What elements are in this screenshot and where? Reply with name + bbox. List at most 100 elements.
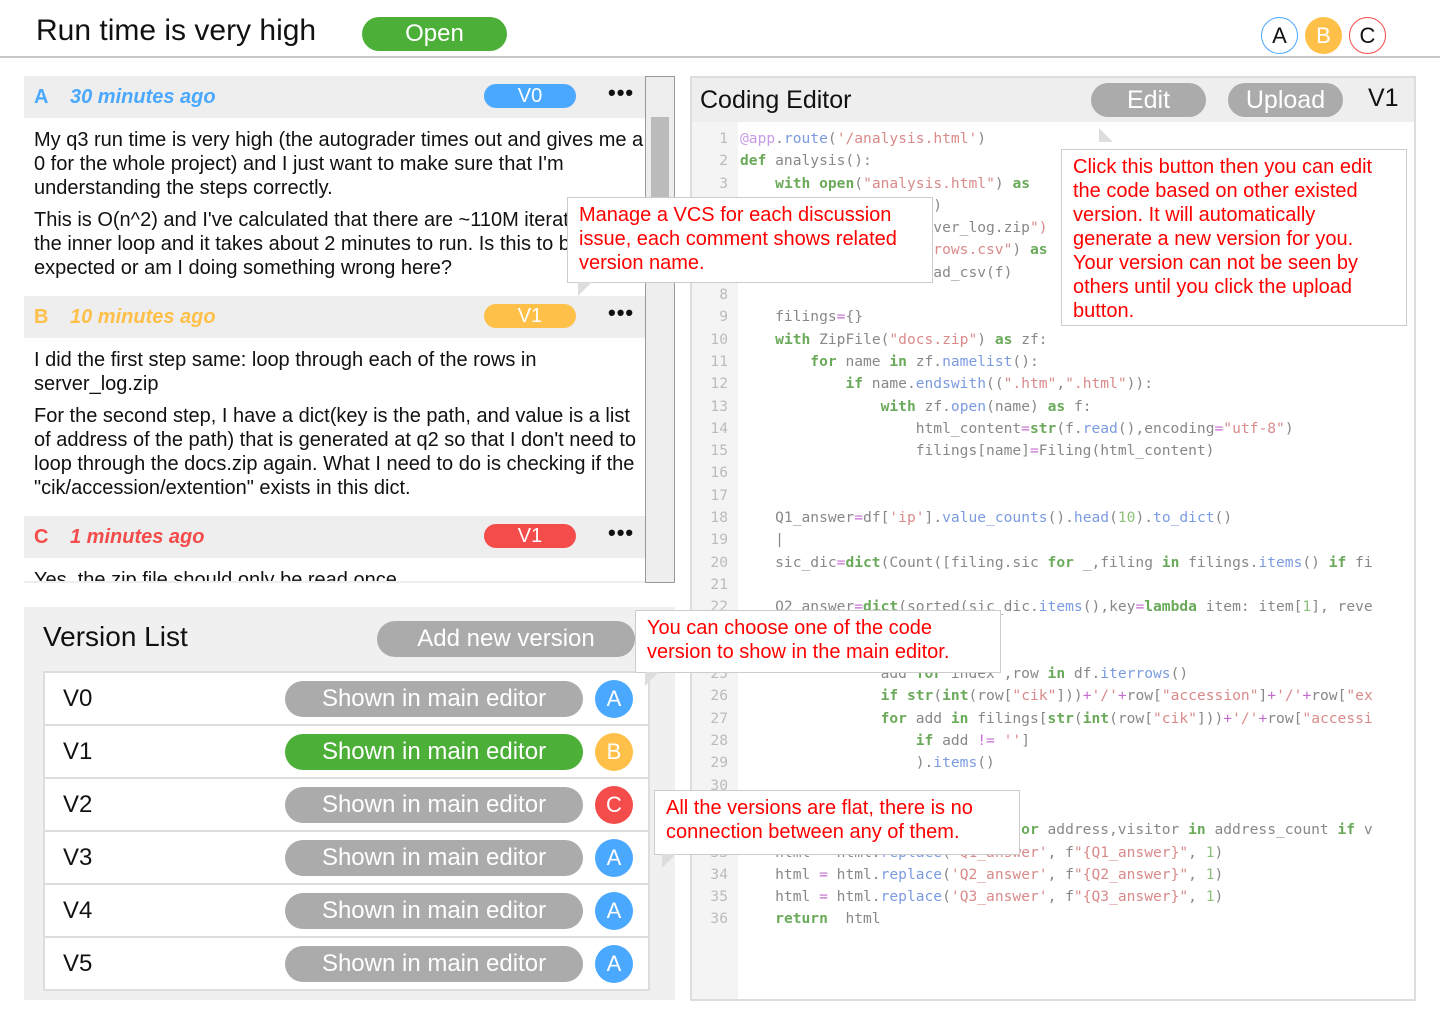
version-name: V2 <box>63 791 93 818</box>
annotation-pointer <box>578 282 592 296</box>
code-text[interactable]: with open("analysis.html") as <box>740 173 1030 195</box>
line-number: 16 <box>710 464 728 482</box>
code-text[interactable]: html = html.replace('Q2_answer', f"{Q2_a… <box>740 864 1223 886</box>
header-divider <box>0 56 1440 58</box>
annotation-pointer <box>1099 128 1113 142</box>
comment-header: A 30 minutes ago V0 ••• <box>24 76 645 118</box>
code-text[interactable]: return html <box>740 908 880 930</box>
code-text[interactable]: @app.route('/analysis.html') <box>740 128 986 150</box>
comment-paragraph: My q3 run time is very high (the autogra… <box>34 129 644 199</box>
version-name: V3 <box>63 844 93 871</box>
comment-paragraph: Yes, the zip file should only be read on… <box>34 569 403 583</box>
annotation-edit: Click this button then you can edit the … <box>1061 149 1407 326</box>
code-text[interactable]: if add != ''] <box>740 730 1030 752</box>
code-text[interactable]: Q1_answer=df['ip'].value_counts().head(1… <box>740 507 1232 529</box>
annotation-choose: You can choose one of the code version t… <box>635 610 1001 673</box>
code-line: 16 <box>692 462 1373 484</box>
code-line: 1 @app.route('/analysis.html') <box>692 128 1373 150</box>
show-in-main-editor-button[interactable]: Shown in main editor <box>285 734 583 770</box>
code-text[interactable]: filings={} <box>740 306 863 328</box>
code-line: 36 return html <box>692 908 1373 930</box>
comment-version-badge[interactable]: V0 <box>484 84 576 108</box>
code-text[interactable]: def analysis(): <box>740 150 872 172</box>
version-list-panel: Version List Add new version V0 Shown in… <box>24 607 675 1000</box>
code-text[interactable]: | <box>740 529 784 551</box>
version-author-avatar: A <box>595 892 633 930</box>
code-text[interactable]: if str(int(row["cik"]))+'/'+row["accessi… <box>740 685 1373 707</box>
comment-scrollbar[interactable] <box>645 76 675 583</box>
add-new-version-button[interactable]: Add new version <box>377 621 635 657</box>
line-number: 26 <box>710 687 728 705</box>
code-line: 20 sic_dic=dict(Count([filing.sic for _,… <box>692 552 1373 574</box>
scrollbar-thumb[interactable] <box>651 117 669 197</box>
annotation-pointer <box>645 672 659 686</box>
code-line: 28 if add != ''] <box>692 730 1373 752</box>
editor-version-label: V1 <box>1368 84 1399 112</box>
comment-body: I did the first step same: loop through … <box>24 338 645 516</box>
line-number: 34 <box>710 865 728 883</box>
line-number: 19 <box>710 531 728 549</box>
code-text[interactable]: if name.endswith((".htm",".html")): <box>740 373 1153 395</box>
comment-body: My q3 run time is very high (the autogra… <box>24 118 645 296</box>
version-table: V0 Shown in main editor A V1 Shown in mai… <box>43 671 650 991</box>
version-author-avatar: B <box>595 733 633 771</box>
code-text[interactable]: filings[name]=Filing(html_content) <box>740 440 1215 462</box>
show-in-main-editor-button[interactable]: Shown in main editor <box>285 681 583 717</box>
code-text[interactable]: with zf.open(name) as f: <box>740 396 1092 418</box>
show-in-main-editor-button[interactable]: Shown in main editor <box>285 946 583 982</box>
version-list-title: Version List <box>43 621 188 652</box>
code-text[interactable]: for name in zf.namelist(): <box>740 351 1038 373</box>
edit-button[interactable]: Edit <box>1091 83 1206 117</box>
comment-author: C <box>34 525 49 548</box>
code-line: 27 for add in filings[str(int(row["cik"]… <box>692 708 1373 730</box>
show-in-main-editor-button[interactable]: Shown in main editor <box>285 840 583 876</box>
comment-version-badge[interactable]: V1 <box>484 304 576 328</box>
comment-version-badge[interactable]: V1 <box>484 524 576 548</box>
line-number: 28 <box>710 732 728 750</box>
version-author-avatar: A <box>595 680 633 718</box>
user-avatar-c[interactable]: C <box>1349 17 1386 54</box>
code-text[interactable]: with ZipFile("docs.zip") as zf: <box>740 329 1047 351</box>
version-row: V0 Shown in main editor A <box>43 673 650 726</box>
editor-header: Coding Editor Edit Upload V1 <box>692 78 1414 122</box>
code-text[interactable]: html_content=str(f.read(),encoding="utf-… <box>740 418 1294 440</box>
line-number: 2 <box>719 152 728 170</box>
issue-title: Run time is very high <box>36 14 317 47</box>
comment-time: 1 minutes ago <box>70 525 205 548</box>
version-author-avatar: A <box>595 945 633 983</box>
annotation-vcs: Manage a VCS for each discussion issue, … <box>567 197 933 283</box>
version-row: V2 Shown in main editor C <box>43 779 650 832</box>
status-badge[interactable]: Open <box>362 17 507 51</box>
show-in-main-editor-button[interactable]: Shown in main editor <box>285 787 583 823</box>
upload-button[interactable]: Upload <box>1228 83 1343 117</box>
code-text[interactable]: html = html.replace('Q3_answer', f"{Q3_a… <box>740 886 1223 908</box>
version-name: V1 <box>63 738 93 765</box>
version-name: V0 <box>63 685 93 712</box>
more-options-icon[interactable]: ••• <box>608 520 634 546</box>
code-line: 11 for name in zf.namelist(): <box>692 351 1373 373</box>
show-in-main-editor-button[interactable]: Shown in main editor <box>285 893 583 929</box>
line-number: 3 <box>719 174 728 192</box>
version-name: V4 <box>63 897 93 924</box>
comment-header: B 10 minutes ago V1 ••• <box>24 296 645 338</box>
line-number: 21 <box>710 575 728 593</box>
code-line: 12 if name.endswith((".htm",".html")): <box>692 373 1373 395</box>
user-avatar-b[interactable]: B <box>1305 17 1342 54</box>
line-number: 13 <box>710 397 728 415</box>
user-avatar-a[interactable]: A <box>1261 17 1298 54</box>
code-text[interactable]: ).items() <box>740 752 995 774</box>
line-number: 29 <box>710 754 728 772</box>
line-number: 9 <box>719 308 728 326</box>
code-line: 17 <box>692 485 1373 507</box>
comment-paragraph: For the second step, I have a dict(key i… <box>34 405 637 499</box>
code-line: 26 if str(int(row["cik"]))+'/'+row["acce… <box>692 685 1373 707</box>
version-author-avatar: A <box>595 839 633 877</box>
more-options-icon[interactable]: ••• <box>608 300 634 326</box>
code-text[interactable]: sic_dic=dict(Count([filing.sic for _,fil… <box>740 552 1373 574</box>
code-line: 15 filings[name]=Filing(html_content) <box>692 440 1373 462</box>
comment-time: 30 minutes ago <box>70 85 216 108</box>
code-line: 13 with zf.open(name) as f: <box>692 396 1373 418</box>
code-text[interactable]: for add in filings[str(int(row["cik"]))+… <box>740 708 1373 730</box>
line-number: 36 <box>710 910 728 928</box>
more-options-icon[interactable]: ••• <box>608 80 634 106</box>
